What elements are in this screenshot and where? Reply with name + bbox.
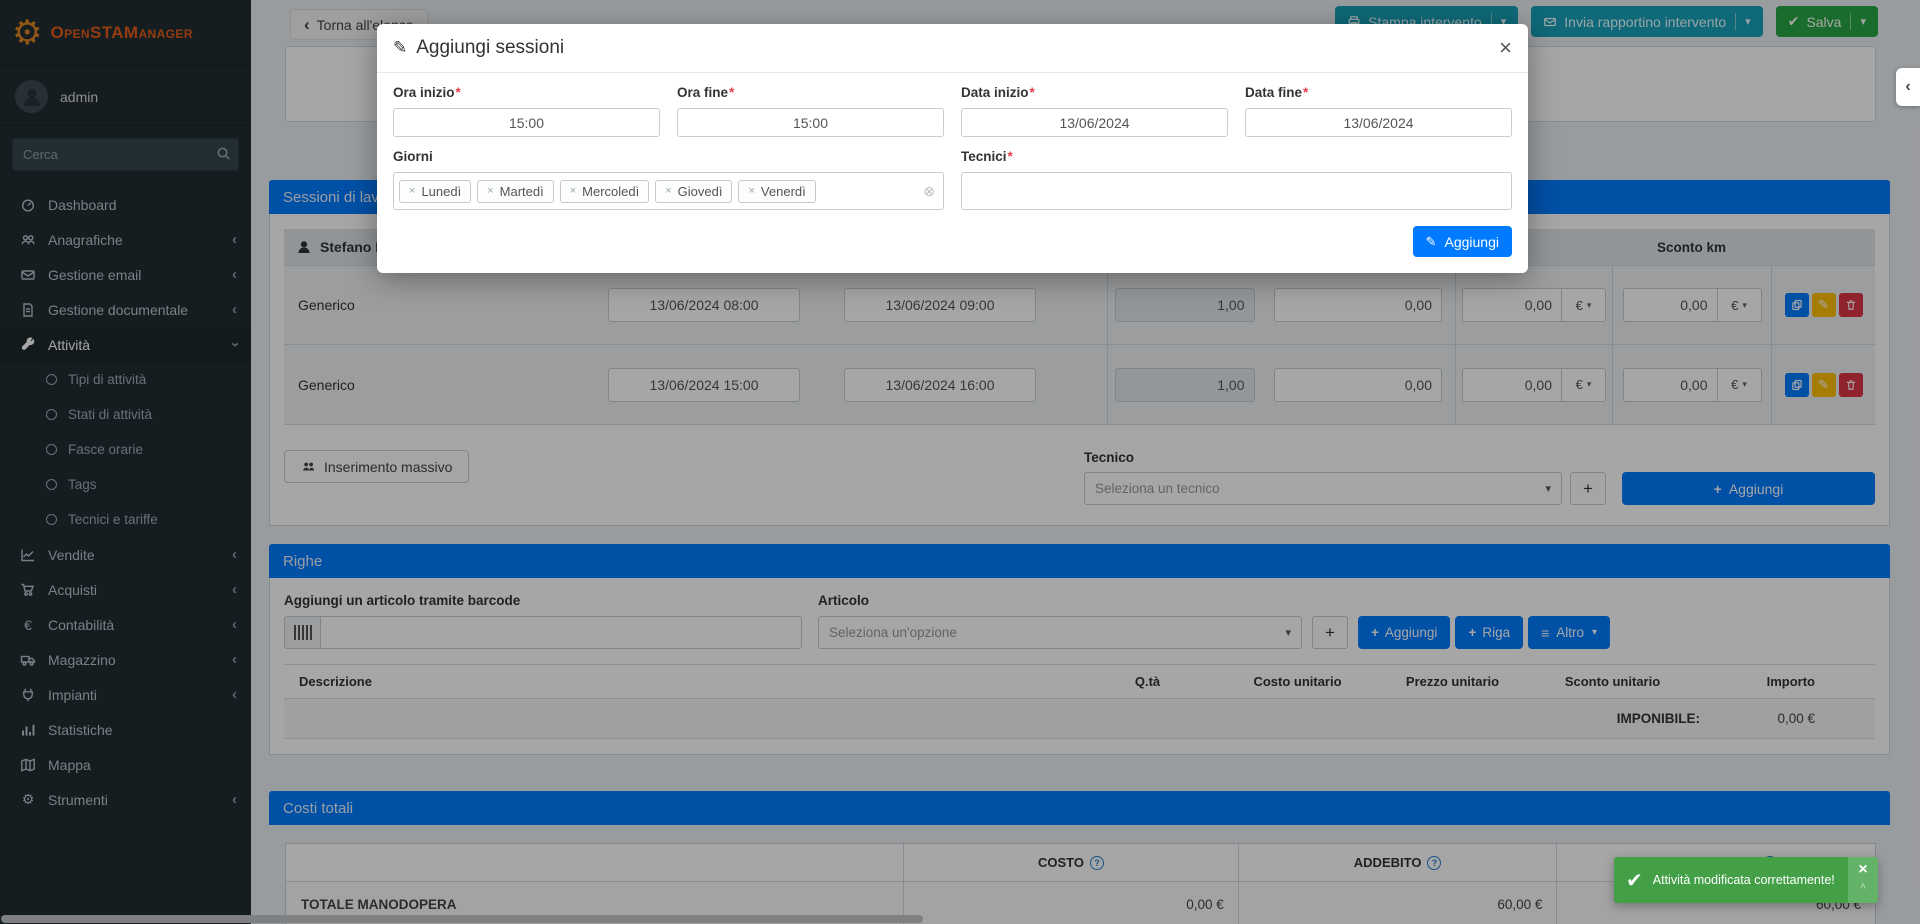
- field-data-inizio: Data inizio*: [961, 85, 1228, 137]
- required-asterisk: *: [1030, 85, 1035, 100]
- edit-icon: ✎: [1426, 234, 1437, 250]
- ora-inizio-label: Ora inizio: [393, 85, 455, 100]
- modal-title-label: Aggiungi sessioni: [416, 37, 564, 59]
- data-fine-label: Data fine: [1245, 85, 1302, 100]
- day-tag-label: Mercoledì: [582, 184, 639, 199]
- field-ora-fine: Ora fine*: [677, 85, 944, 137]
- pencil-icon: ✎: [393, 38, 407, 58]
- data-fine-input[interactable]: [1245, 108, 1512, 137]
- required-asterisk: *: [1008, 149, 1013, 164]
- field-data-fine: Data fine*: [1245, 85, 1512, 137]
- remove-tag-icon[interactable]: ×: [748, 185, 754, 197]
- ora-fine-label: Ora fine: [677, 85, 728, 100]
- clear-all-icon[interactable]: ⊗: [923, 184, 935, 198]
- add-sessions-modal: ✎ Aggiungi sessioni × Ora inizio* Ora fi…: [377, 24, 1528, 273]
- modal-body: Ora inizio* Ora fine* Data inizio* Data …: [377, 73, 1528, 226]
- chevron-left-icon: ‹: [1905, 78, 1910, 96]
- modal-add-button[interactable]: ✎ Aggiungi: [1413, 226, 1512, 257]
- remove-tag-icon[interactable]: ×: [570, 185, 576, 197]
- toast-close-button[interactable]: × ˄: [1848, 857, 1878, 903]
- required-asterisk: *: [1303, 85, 1308, 100]
- required-asterisk: *: [729, 85, 734, 100]
- field-ora-inizio: Ora inizio*: [393, 85, 660, 137]
- day-tag[interactable]: × Mercoledì: [560, 180, 650, 203]
- data-inizio-input[interactable]: [961, 108, 1228, 137]
- required-asterisk: *: [456, 85, 461, 100]
- remove-tag-icon[interactable]: ×: [409, 185, 415, 197]
- close-icon[interactable]: ×: [1499, 37, 1512, 59]
- remove-tag-icon[interactable]: ×: [665, 185, 671, 197]
- field-giorni: Giorni × Lunedì × Martedì × Mercoledì × Giov…: [393, 149, 944, 210]
- day-tag-label: Venerdì: [761, 184, 806, 199]
- giorni-multiselect[interactable]: × Lunedì × Martedì × Mercoledì × Giovedì × Ve…: [393, 172, 944, 210]
- data-inizio-label: Data inizio: [961, 85, 1029, 100]
- day-tag[interactable]: × Giovedì: [655, 180, 732, 203]
- check-icon: ✔: [1626, 868, 1643, 893]
- day-tag-label: Martedì: [500, 184, 544, 199]
- side-panel-toggle[interactable]: ‹: [1896, 68, 1920, 106]
- field-tecnici: Tecnici*: [961, 149, 1512, 210]
- modal-title: ✎ Aggiungi sessioni: [393, 37, 564, 59]
- day-tag-label: Giovedì: [678, 184, 723, 199]
- close-icon: ×: [1858, 861, 1867, 879]
- tecnici-label: Tecnici: [961, 149, 1007, 164]
- toast-message: Attività modificata correttamente!: [1653, 873, 1839, 888]
- chevron-up-icon: ˄: [1860, 881, 1866, 893]
- modal-footer: ✎ Aggiungi: [377, 226, 1528, 273]
- ora-inizio-input[interactable]: [393, 108, 660, 137]
- ora-fine-input[interactable]: [677, 108, 944, 137]
- day-tag[interactable]: × Lunedì: [399, 180, 471, 203]
- giorni-label: Giorni: [393, 149, 433, 164]
- tecnici-input[interactable]: [961, 172, 1512, 210]
- modal-add-label: Aggiungi: [1445, 234, 1500, 250]
- day-tag-label: Lunedì: [421, 184, 461, 199]
- success-toast: ✔ Attività modificata correttamente! × ˄: [1614, 857, 1878, 903]
- day-tag[interactable]: × Martedì: [477, 180, 554, 203]
- modal-header: ✎ Aggiungi sessioni ×: [377, 24, 1528, 73]
- remove-tag-icon[interactable]: ×: [487, 185, 493, 197]
- day-tag[interactable]: × Venerdì: [738, 180, 815, 203]
